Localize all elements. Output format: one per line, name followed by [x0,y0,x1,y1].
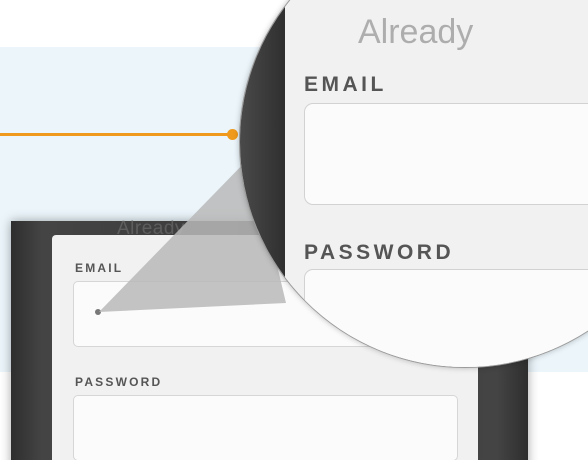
callout-line [0,133,232,136]
magnifier-lens: Already EMAIL PASSWORD [239,0,588,368]
lens-email-field[interactable] [304,103,588,205]
lens-password-label: PASSWORD [304,241,455,264]
lens-password-field[interactable] [304,269,588,367]
email-label: EMAIL [75,261,124,275]
password-label: PASSWORD [75,375,163,389]
lens-device-frame [240,0,285,367]
illustration: Already EMAIL PASSWORD Already EMAIL PAS… [0,0,588,460]
lens-email-label: EMAIL [304,73,387,96]
lens-form-heading: Already [358,13,474,51]
callout-dot [227,129,238,140]
focus-pin-dot [95,309,101,315]
password-field[interactable] [73,395,458,460]
